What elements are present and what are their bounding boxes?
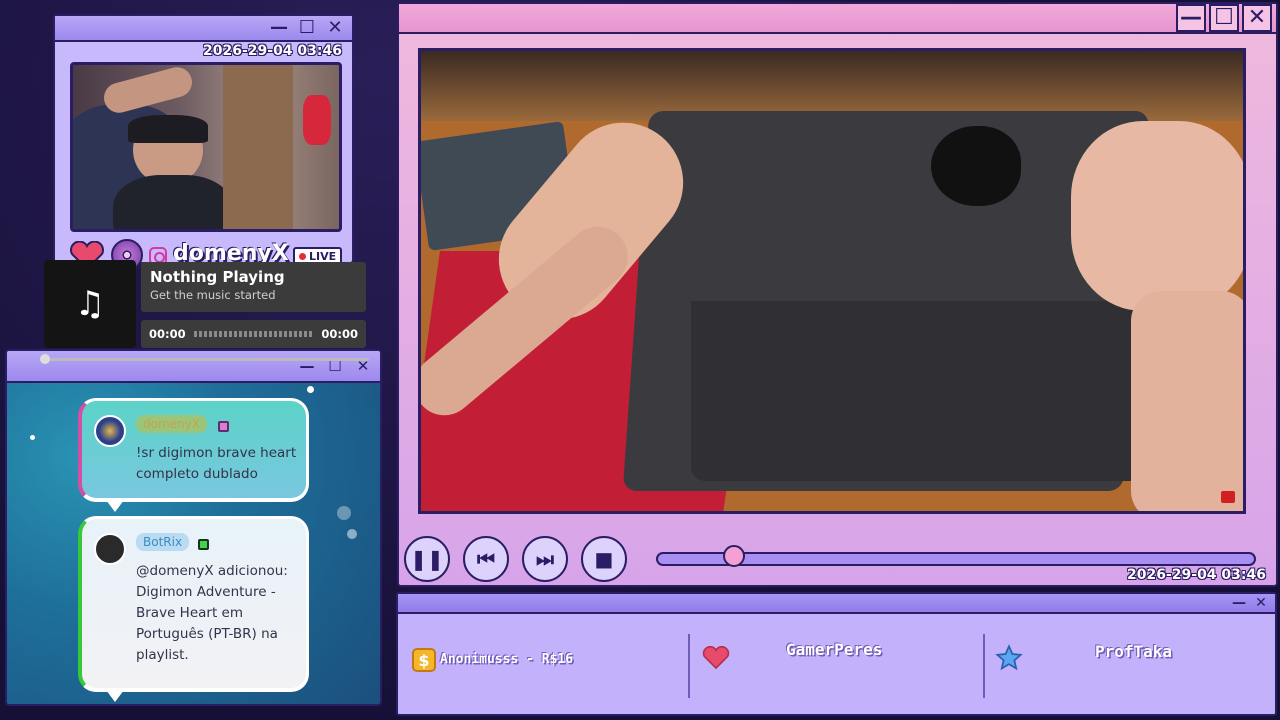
video-titlebar: — ☐ ✕ (399, 4, 1276, 34)
music-progress-panel: 00:00 00:00 (141, 320, 366, 348)
badge-icon (218, 421, 229, 432)
webcam-titlebar: — ☐ ✕ (55, 16, 352, 42)
subscriber-name: ProfTaka (1095, 642, 1173, 661)
latest-follower: GamerPeres (690, 616, 982, 714)
music-title: Nothing Playing (150, 268, 285, 286)
chat-scroll-knob[interactable] (40, 354, 50, 364)
music-info-panel: Nothing Playing Get the music started (141, 262, 366, 312)
webcam-feed (70, 62, 342, 232)
seek-knob[interactable] (723, 545, 745, 567)
heart-icon (702, 646, 730, 670)
avatar (94, 415, 126, 447)
music-subtitle: Get the music started (150, 288, 276, 302)
video-player-window: — ☐ ✕ ❚❚ ⏮ ⏭ ■ (397, 2, 1278, 587)
webcam-timestamp: 2026-29-04 03:46 (203, 43, 342, 59)
chat-message-text: !sr digimon brave heart completo dublado (136, 445, 297, 482)
webcam-window: — ☐ ✕ 2026-29-04 03:46 domenyX LIVE (53, 14, 354, 271)
chat-message-text: @domenyX adicionou: Digimon Adventure - … (136, 563, 288, 663)
donation-text: Anonimusss - R$16 (440, 652, 574, 667)
latest-donation: $ Anonimusss - R$16 (398, 616, 688, 714)
music-time-total: 00:00 (321, 327, 358, 341)
close-button[interactable]: ✕ (324, 17, 346, 39)
svg-text:$: $ (418, 651, 429, 670)
minimize-button[interactable]: — (268, 17, 290, 39)
stop-button[interactable]: ■ (581, 536, 627, 582)
minimize-button[interactable]: — (1231, 595, 1247, 611)
next-button[interactable]: ⏭ (522, 536, 568, 582)
music-progress-track[interactable] (193, 331, 314, 337)
chat-username: domenyX (136, 415, 207, 433)
chat-message: BotRix @domenyX adicionou: Digimon Adven… (78, 516, 309, 702)
pause-button[interactable]: ❚❚ (404, 536, 450, 582)
latest-subscriber: ProfTaka (985, 616, 1275, 714)
alerts-window: — ✕ $ Anonimusss - R$16 GamerPeres ProfT… (396, 592, 1277, 716)
video-feed[interactable] (418, 48, 1246, 514)
seek-bar[interactable] (656, 552, 1256, 566)
music-time-elapsed: 00:00 (149, 327, 186, 341)
chat-message: domenyX !sr digimon brave heart completo… (78, 398, 309, 512)
live-dot-icon (299, 252, 306, 260)
previous-button[interactable]: ⏮ (463, 536, 509, 582)
video-timestamp: 2026-29-04 03:46 (1127, 567, 1266, 583)
chat-titlebar: — ☐ ✕ (7, 351, 380, 383)
close-button[interactable]: ✕ (1242, 4, 1272, 32)
dollar-icon: $ (412, 648, 436, 672)
maximize-button[interactable]: ☐ (296, 17, 318, 39)
close-button[interactable]: ✕ (1253, 595, 1269, 611)
follower-name: GamerPeres (786, 640, 883, 659)
minimize-button[interactable]: — (1176, 4, 1206, 32)
chat-scroll-track (44, 358, 369, 361)
chat-username: BotRix (136, 533, 190, 551)
star-icon (995, 644, 1023, 671)
music-note-icon: ♫ (44, 260, 136, 348)
avatar (94, 533, 126, 565)
live-label: LIVE (309, 249, 337, 263)
bot-badge-icon (198, 539, 209, 550)
maximize-button[interactable]: ☐ (1209, 4, 1239, 32)
alerts-titlebar: — ✕ (398, 594, 1275, 614)
